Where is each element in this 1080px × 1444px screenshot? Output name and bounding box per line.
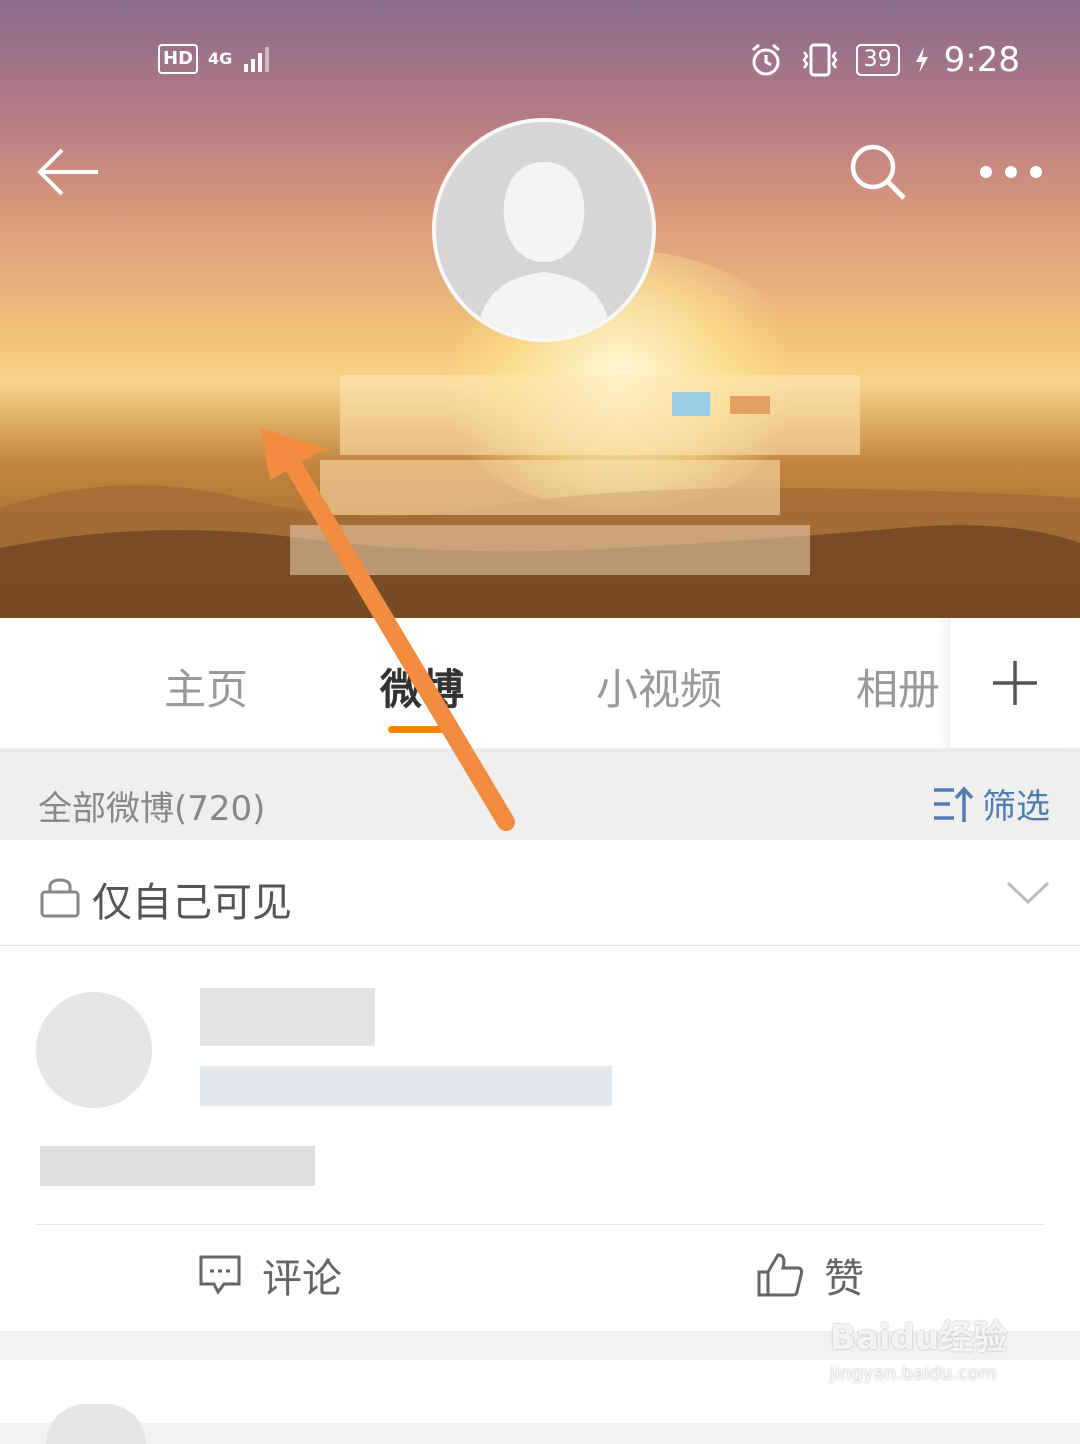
tab-home[interactable]: 主页 xyxy=(164,656,248,717)
network-indicator: 4G xyxy=(208,49,233,68)
comment-icon xyxy=(199,1255,241,1295)
more-button[interactable] xyxy=(976,140,1046,204)
more-dots-icon xyxy=(980,166,1042,178)
comment-label: 评论 xyxy=(262,1256,342,1302)
watermark-sub: jingyan.baidu.com xyxy=(830,1363,997,1384)
profile-avatar[interactable] xyxy=(432,118,656,342)
like-button[interactable]: 赞 xyxy=(756,1246,864,1304)
tab-short-video[interactable]: 小视频 xyxy=(596,656,722,717)
censored-bio xyxy=(290,525,810,575)
tab-album[interactable]: 相册 xyxy=(856,656,940,717)
tab-weibo[interactable]: 微博 xyxy=(380,656,464,717)
chevron-down-icon xyxy=(1006,881,1050,905)
filter-icon xyxy=(934,785,974,822)
back-button[interactable] xyxy=(36,140,100,204)
visibility-selector[interactable]: 仅自己可见 xyxy=(0,840,1080,946)
censored-info xyxy=(320,460,780,515)
filter-label: 筛选 xyxy=(982,787,1050,827)
search-button[interactable] xyxy=(846,140,910,204)
weibo-post[interactable]: 评论 赞 xyxy=(0,946,1080,1331)
censored-post-meta xyxy=(200,1066,612,1106)
alarm-icon xyxy=(751,43,780,76)
search-icon xyxy=(850,144,906,200)
add-tab-button[interactable] xyxy=(949,618,1080,748)
profile-tabs: 主页 微博 小视频 相册 xyxy=(0,618,1080,748)
censored-post-text xyxy=(40,1146,315,1186)
plus-icon xyxy=(993,661,1037,705)
filter-button[interactable]: 筛选 xyxy=(932,779,1050,828)
weibo-count-label: 全部微博(720) xyxy=(38,789,266,829)
back-arrow-icon xyxy=(37,148,98,196)
vibrate-icon xyxy=(802,43,838,77)
censored-badge xyxy=(730,396,770,414)
profile-cover: HD 4G 39 9:28 xyxy=(0,0,1080,618)
battery-indicator: 39 xyxy=(855,44,900,76)
thumbs-up-icon xyxy=(757,1253,804,1297)
censored-badge xyxy=(672,392,710,416)
hd-indicator: HD xyxy=(158,44,199,74)
feed-filter-bar: 全部微博(720) 筛选 xyxy=(0,750,1080,841)
clock: 9:28 xyxy=(943,40,1020,80)
censored-name xyxy=(340,375,860,455)
like-label: 赞 xyxy=(824,1256,864,1302)
active-tab-indicator xyxy=(388,726,450,733)
censored-author-name xyxy=(200,988,375,1046)
status-bar: HD 4G 39 9:28 xyxy=(0,40,1080,90)
default-avatar-icon xyxy=(436,122,652,338)
visibility-label: 仅自己可见 xyxy=(92,880,292,926)
cover-mountains xyxy=(0,485,1080,618)
comment-button[interactable]: 评论 xyxy=(198,1246,342,1304)
lock-icon xyxy=(40,878,80,918)
post-author-avatar[interactable] xyxy=(36,992,152,1108)
charging-icon xyxy=(915,47,928,73)
baidu-jingyan-watermark: Baidu经验 jingyan.baidu.com xyxy=(830,1310,1007,1384)
next-post-avatar xyxy=(46,1404,146,1444)
signal-icon xyxy=(244,47,270,72)
watermark-main: Baidu经验 xyxy=(830,1318,1008,1358)
post-divider xyxy=(36,1224,1044,1225)
